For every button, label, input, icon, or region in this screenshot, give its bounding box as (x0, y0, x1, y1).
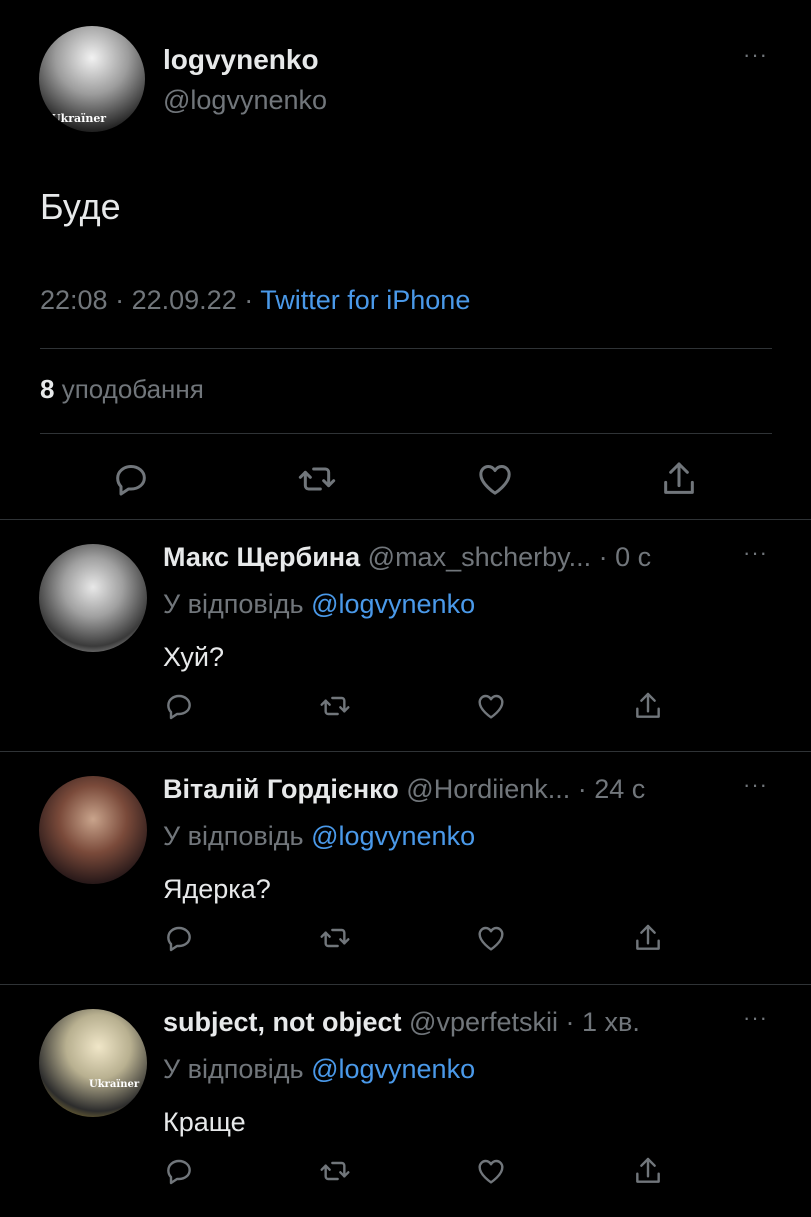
reply-to-line: У відповідь @logvynenko (163, 589, 475, 620)
author-name[interactable]: subject, not object (163, 1007, 402, 1037)
reply-to-label: У відповідь (163, 821, 304, 851)
likes-count: 8 (40, 374, 55, 404)
main-tweet: Ukraïner logvynenko @logvynenko ··· Буде… (0, 0, 811, 520)
author-name[interactable]: Віталій Гордієнко (163, 774, 399, 804)
retweet-icon[interactable] (319, 922, 351, 954)
like-icon[interactable] (475, 459, 515, 499)
avatar[interactable] (39, 776, 147, 884)
reply-header: Макс Щербина @max_shcherby... · 0 с (163, 542, 651, 573)
reply-to-mention[interactable]: @logvynenko (311, 821, 475, 851)
tweet-meta: 22:08 · 22.09.22 · Twitter for iPhone (40, 285, 470, 316)
retweet-icon[interactable] (297, 459, 337, 499)
reply-timestamp: · 1 хв. (565, 1007, 640, 1037)
author-handle[interactable]: @max_shcherby... (368, 542, 592, 572)
reply-to-line: У відповідь @logvynenko (163, 1054, 475, 1085)
meta-separator: · (115, 285, 125, 315)
retweet-icon[interactable] (319, 690, 351, 722)
reply-tweet[interactable]: Віталій Гордієнко @Hordiienk... · 24 с ·… (0, 752, 811, 984)
share-icon[interactable] (632, 1155, 664, 1187)
tweet-date: 22.09.22 (131, 285, 237, 315)
reply-icon[interactable] (163, 922, 195, 954)
reply-header: subject, not object @vperfetskii · 1 хв. (163, 1007, 640, 1038)
like-icon[interactable] (475, 690, 507, 722)
tweet-time: 22:08 (40, 285, 108, 315)
author-name[interactable]: logvynenko (163, 44, 319, 76)
avatar[interactable] (39, 544, 147, 652)
reply-text: Ядерка? (163, 874, 271, 904)
avatar[interactable]: Ukraïner (39, 1009, 147, 1117)
reply-timestamp: · 0 с (598, 542, 652, 572)
meta-separator: · (244, 285, 254, 315)
author-handle[interactable]: @Hordiienk... (406, 774, 570, 804)
reply-to-label: У відповідь (163, 1054, 304, 1084)
reply-to-line: У відповідь @logvynenko (163, 821, 475, 852)
avatar[interactable]: Ukraïner (39, 26, 145, 132)
divider (40, 433, 772, 434)
reply-icon[interactable] (111, 459, 151, 499)
more-icon[interactable]: ··· (743, 1005, 768, 1031)
reply-to-label: У відповідь (163, 589, 304, 619)
reply-icon[interactable] (163, 690, 195, 722)
reply-tweet[interactable]: Ukraïner subject, not object @vperfetski… (0, 985, 811, 1217)
retweet-icon[interactable] (319, 1155, 351, 1187)
likes-label: уподобання (61, 374, 204, 404)
avatar-shirt-text: Ukraïner (89, 1079, 140, 1090)
reply-tweet[interactable]: Макс Щербина @max_shcherby... · 0 с ··· … (0, 520, 811, 752)
like-icon[interactable] (475, 922, 507, 954)
more-icon[interactable]: ··· (743, 42, 768, 68)
share-icon[interactable] (632, 922, 664, 954)
reply-text: Краще (163, 1107, 246, 1137)
reply-header: Віталій Гордієнко @Hordiienk... · 24 с (163, 774, 645, 805)
reply-icon[interactable] (163, 1155, 195, 1187)
avatar-shirt-text: Ukraïner (51, 112, 107, 125)
reply-to-mention[interactable]: @logvynenko (311, 1054, 475, 1084)
like-icon[interactable] (475, 1155, 507, 1187)
divider (40, 348, 772, 349)
more-icon[interactable]: ··· (743, 772, 768, 798)
likes-summary[interactable]: 8 уподобання (40, 374, 204, 405)
author-handle[interactable]: @vperfetskii (409, 1007, 558, 1037)
author-handle[interactable]: @logvynenko (163, 85, 327, 116)
tweet-source-link[interactable]: Twitter for iPhone (260, 285, 470, 315)
reply-timestamp: · 24 с (577, 774, 646, 804)
author-name[interactable]: Макс Щербина (163, 542, 360, 572)
reply-text: Хуй? (163, 642, 225, 672)
share-icon[interactable] (632, 690, 664, 722)
tweet-text: Буде (40, 186, 121, 227)
more-icon[interactable]: ··· (743, 540, 768, 566)
reply-to-mention[interactable]: @logvynenko (311, 589, 475, 619)
share-icon[interactable] (659, 459, 699, 499)
